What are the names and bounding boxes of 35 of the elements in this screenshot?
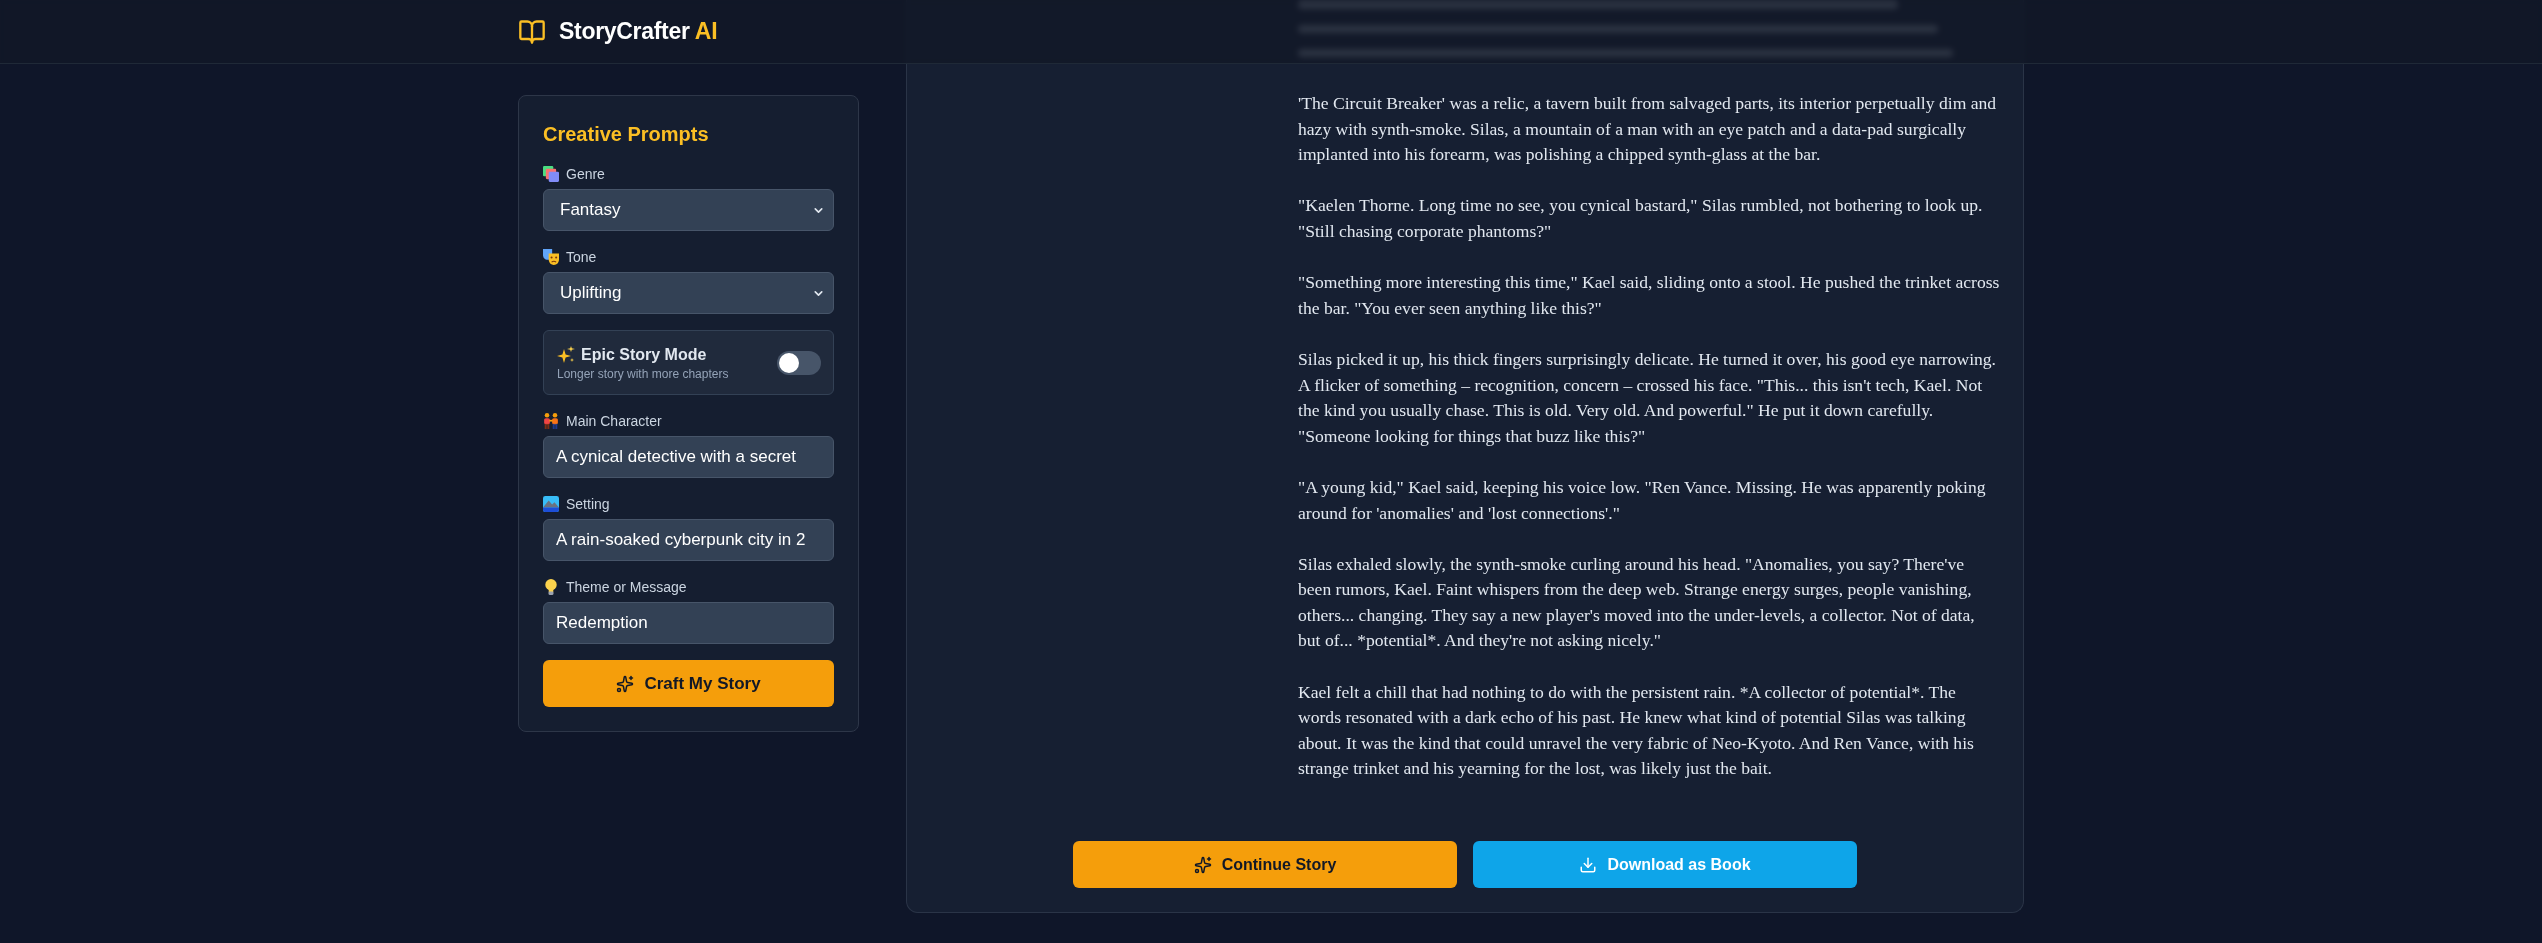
download-icon [1579, 855, 1598, 874]
field-label: Setting [566, 495, 610, 514]
toggle-description: Longer story with more chapters [557, 365, 729, 382]
story-paragraph: 'The Circuit Breaker' was a relic, a tavern built from salvaged parts, its interior perpetually dim and hazy with synth-smoke. Silas, a mountain of a man with an eye patch and a data-pad surgically implanted into his forearm, was polishing a chipped synth-glass at the bar. [1298, 92, 1998, 167]
app-logo-title[interactable]: StoryCrafter AI [559, 14, 718, 49]
story-paragraph: Silas exhaled slowly, the synth-smoke curling around his head. "Anomalies, you say? There've been rumors, Kael. Faint whispers from the deep web. Strange energy surges, people vanishing, others... changing. They say a new player's moved into the under-levels, a collector. Not of data, but of... *potential*. And they're not asking nicely." [1298, 552, 1976, 653]
story-paragraph: "Kaelen Thorne. Long time no see, you cynical bastard," Silas rumbled, not bothering to look up. "Still chasing corporate phantoms?" [1298, 194, 1984, 243]
landscape-icon [543, 496, 559, 512]
craft-story-button[interactable]: Craft My Story [543, 660, 834, 707]
story-paragraph: "A young kid," Kael said, keeping his voice low. "Ren Vance. Missing. He was apparently poking around for 'anomalies' and 'lost connections'." [1298, 475, 1987, 525]
story-paragraph: Kael felt a chill that had nothing to do with the persistent rain. *A collector of potential*. The words resonated with a dark echo of his past. He knew what kind of potential Silas was talking about. It was the kind that could unravel the very fabric of Neo-Kyoto. And Ren Vance, with his strange trinket and his yearning for the lost, was likely just the bait. [1298, 680, 1975, 781]
epic-mode-toggle[interactable] [777, 350, 821, 375]
text-input[interactable]: Redemption [543, 602, 834, 644]
sparkles-icon [557, 345, 575, 364]
toggle-knob [779, 352, 799, 373]
story-paragraph: "Something more interesting this time," Kael said, sliding onto a stool. He pushed the trinket across the bar. "You ever seen anything like this?" [1298, 271, 2001, 320]
toggle-title: Epic Story Mode [581, 344, 707, 365]
lightbulb-icon [543, 579, 559, 595]
theater-masks-icon [543, 249, 559, 265]
books-icon [543, 166, 559, 182]
story-paragraph: Silas picked it up, his thick fingers surprisingly delicate. He turned it over, his good eye narrowing. A flicker of something – recognition, concern – crossed his face. "This... this isn't tech, Kael. Not the kind you usually chase. This is old. Very old. And powerful." He put it down carefully. "Someone looking for things that buzz like this?" [1298, 347, 1997, 448]
field-label: Genre [566, 165, 605, 184]
text-input[interactable]: A rain-soaked cyberpunk city in 2 [543, 519, 834, 561]
open-book-icon [518, 17, 546, 46]
field-label: Tone [566, 248, 597, 267]
text-input[interactable]: A cynical detective with a secret [543, 436, 834, 478]
dropdown-select[interactable]: Uplifting [543, 272, 834, 314]
panel-title: Creative Prompts [543, 122, 710, 147]
field-label: Main Character [566, 412, 662, 431]
sparkles-icon [1193, 855, 1212, 874]
sparkles-icon [616, 674, 635, 693]
dropdown-select[interactable]: Fantasy [543, 189, 834, 231]
field-label: Theme or Message [566, 578, 687, 597]
continue-story-button[interactable]: Continue Story [1073, 841, 1457, 888]
people-icon [543, 413, 559, 429]
